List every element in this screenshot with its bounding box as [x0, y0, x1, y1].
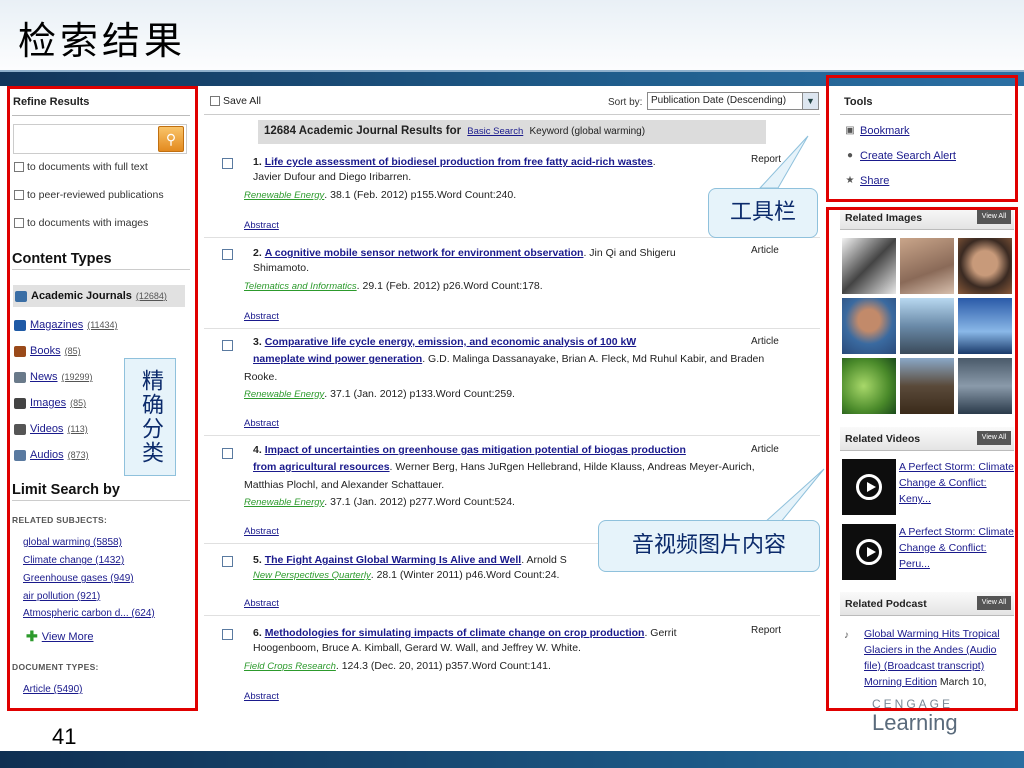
abstract-link[interactable]: Abstract — [244, 220, 279, 231]
annotation-box-tools — [826, 75, 1018, 202]
result-title-line: 6. Methodologies for simulating impacts … — [253, 627, 677, 639]
result-authors: Matthias Plochl, and Alexander Schattaue… — [244, 479, 445, 491]
result-checkbox[interactable] — [222, 629, 233, 640]
result-title-line-2: from agricultural resources. Werner Berg… — [253, 461, 755, 473]
abstract-link[interactable]: Abstract — [244, 598, 279, 609]
result-checkbox[interactable] — [222, 448, 233, 459]
abstract-link[interactable]: Abstract — [244, 691, 279, 702]
result-checkbox[interactable] — [222, 158, 233, 169]
result-authors: Rooke. — [244, 371, 278, 383]
result-authors: Shimamoto. — [253, 262, 310, 274]
chevron-down-icon[interactable]: ▼ — [802, 93, 818, 109]
result-checkbox[interactable] — [222, 249, 233, 260]
annotation-box-media — [826, 207, 1018, 711]
result-authors: Hoogenboom, Bruce A. Kimball, Gerard W. … — [253, 642, 581, 654]
result-authors: Javier Dufour and Diego Iribarren. — [253, 171, 412, 183]
result-source-link[interactable]: Telematics and Informatics — [244, 281, 357, 292]
result-source-line: New Perspectives Quarterly. 28.1 (Winter… — [253, 569, 560, 581]
result-title-line: 3. Comparative life cycle energy, emissi… — [253, 336, 637, 348]
result-source-link[interactable]: Renewable Energy — [244, 190, 324, 201]
divider — [204, 328, 820, 329]
result-source-link[interactable]: Renewable Energy — [244, 389, 324, 400]
result-title-line-2: nameplate wind power generation. G.D. Ma… — [253, 353, 765, 365]
learning-logo: Learning — [872, 710, 958, 735]
result-title-link[interactable]: Life cycle assessment of biodiesel produ… — [265, 156, 653, 168]
result-title-link[interactable]: Impact of uncertainties on greenhouse ga… — [265, 444, 686, 456]
result-title-link[interactable]: The Fight Against Global Warming Is Aliv… — [265, 554, 522, 566]
result-title-link[interactable]: A cognitive mobile sensor network for en… — [265, 247, 584, 259]
result-source-line: Renewable Energy. 38.1 (Feb. 2012) p155.… — [244, 189, 517, 201]
result-source-link[interactable]: Field Crops Research — [244, 661, 336, 672]
divider — [204, 114, 820, 115]
result-title-line: 2. A cognitive mobile sensor network for… — [253, 247, 676, 259]
checkbox[interactable] — [210, 96, 220, 106]
callout-media: 音视频图片内容 — [598, 520, 820, 572]
callout-tools: 工具栏 — [708, 188, 818, 238]
result-title-link[interactable]: from agricultural resources — [253, 461, 390, 473]
result-doctype: Report — [751, 625, 782, 636]
result-doctype: Article — [751, 336, 779, 347]
result-title-link[interactable]: nameplate wind power generation — [253, 353, 422, 365]
page-number: 41 — [52, 724, 77, 749]
bottom-band — [0, 751, 1024, 768]
abstract-link[interactable]: Abstract — [244, 526, 279, 537]
result-title-link[interactable]: Methodologies for simulating impacts of … — [265, 627, 645, 639]
sort-by-label: Sort by: — [608, 97, 643, 108]
sort-select[interactable]: Publication Date (Descending) — [647, 92, 819, 110]
result-title-line: 4. Impact of uncertainties on greenhouse… — [253, 444, 686, 456]
result-checkbox[interactable] — [222, 340, 233, 351]
save-all[interactable]: Save All — [210, 95, 261, 107]
slide-title: 检索结果 — [18, 19, 187, 63]
result-source-link[interactable]: Renewable Energy — [244, 497, 324, 508]
result-title-link[interactable]: Comparative life cycle energy, emission,… — [265, 336, 637, 348]
divider — [204, 615, 820, 616]
result-source-line: Renewable Energy. 37.1 (Jan. 2012) p133.… — [244, 388, 515, 400]
result-source-link[interactable]: New Perspectives Quarterly — [253, 570, 371, 581]
result-title-line: 1. Life cycle assessment of biodiesel pr… — [253, 156, 656, 168]
result-source-line: Renewable Energy. 37.1 (Jan. 2012) p277.… — [244, 496, 515, 508]
abstract-link[interactable]: Abstract — [244, 418, 279, 429]
basic-search-link[interactable]: Basic Search — [467, 126, 523, 137]
divider — [204, 435, 820, 436]
result-source-line: Telematics and Informatics. 29.1 (Feb. 2… — [244, 280, 543, 292]
result-source-line: Field Crops Research. 124.3 (Dec. 20, 20… — [244, 660, 551, 672]
logo-top-text: CENGAGE — [872, 697, 954, 711]
abstract-link[interactable]: Abstract — [244, 311, 279, 322]
results-header: 12684 Academic Journal Results for Basic… — [258, 120, 766, 144]
result-doctype: Article — [751, 444, 779, 455]
result-checkbox[interactable] — [222, 556, 233, 567]
callout-content-types: 精确分类 — [124, 358, 176, 476]
